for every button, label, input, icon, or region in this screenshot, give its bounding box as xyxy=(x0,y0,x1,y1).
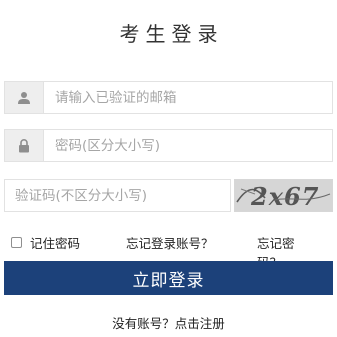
login-button[interactable]: 立即登录 xyxy=(4,261,333,295)
captcha-input[interactable] xyxy=(5,180,230,211)
remember-label: 记住密码 xyxy=(30,236,81,251)
remember-password[interactable]: 记住密码 xyxy=(11,233,80,252)
page-title: 考生登录 xyxy=(119,22,224,46)
remember-checkbox[interactable] xyxy=(11,237,22,248)
register-prompt-text: 没有账号？ xyxy=(112,316,175,331)
password-field xyxy=(4,129,333,162)
register-link[interactable]: 点击注册 xyxy=(175,316,225,331)
user-icon xyxy=(5,82,44,113)
captcha-graphic: 2x67 xyxy=(235,180,332,211)
captcha-text: 2x67 xyxy=(250,182,319,211)
register-prompt: 没有账号？点击注册 xyxy=(0,313,337,332)
lock-icon xyxy=(5,130,44,161)
forgot-account-link[interactable]: 忘记登录账号？ xyxy=(126,233,214,252)
email-input[interactable] xyxy=(44,82,332,113)
login-page: 考生登录 2x67 xyxy=(0,0,337,337)
email-field xyxy=(4,81,333,114)
captcha-image[interactable]: 2x67 xyxy=(234,179,333,212)
captcha-field xyxy=(4,179,231,212)
login-options: 记住密码 忘记登录账号？ 忘记密码？ xyxy=(11,233,317,270)
password-input[interactable] xyxy=(44,130,332,161)
